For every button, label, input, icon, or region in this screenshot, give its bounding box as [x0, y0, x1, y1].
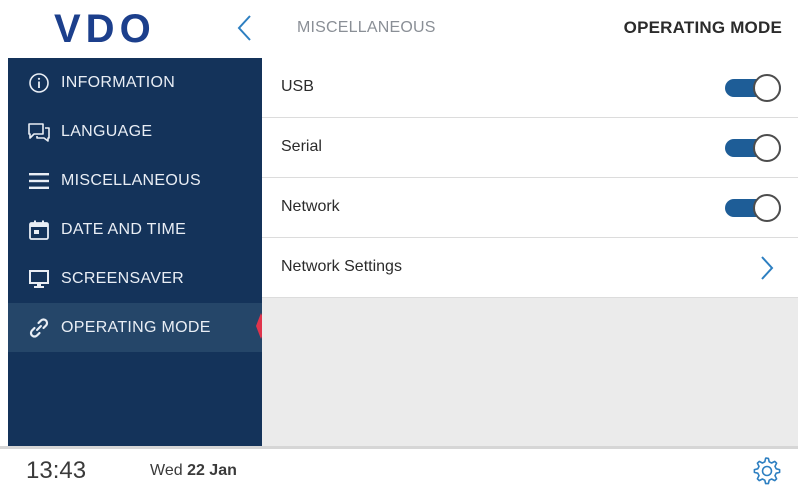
- sidebar-item-label: LANGUAGE: [61, 122, 153, 140]
- setting-row-usb: USB: [262, 58, 798, 118]
- settings-panel: USB Serial Network Network Settings: [262, 58, 798, 446]
- back-button[interactable]: [232, 10, 258, 46]
- monitor-icon: [26, 266, 52, 292]
- toggle-knob: [753, 194, 781, 222]
- setting-row-network-settings[interactable]: Network Settings: [262, 238, 798, 298]
- top-bar: VDO MISCELLANEOUS OPERATING MODE: [0, 0, 798, 58]
- info-icon: [26, 70, 52, 96]
- setting-label: Network Settings: [281, 258, 402, 275]
- setting-row-serial: Serial: [262, 118, 798, 178]
- gear-icon[interactable]: [750, 455, 782, 486]
- clock-time: 13:43: [26, 457, 87, 484]
- clock-date: Wed 22 Jan: [150, 462, 237, 480]
- link-icon: [26, 315, 52, 341]
- clock-day-month: 22 Jan: [187, 462, 237, 479]
- vdo-logo: VDO: [54, 8, 156, 48]
- setting-label: Serial: [281, 138, 322, 155]
- sidebar-item-label: OPERATING MODE: [61, 318, 211, 336]
- sidebar-item-label: SCREENSAVER: [61, 269, 185, 287]
- setting-row-network: Network: [262, 178, 798, 238]
- sidebar-item-screensaver[interactable]: SCREENSAVER: [8, 254, 262, 303]
- clock-day: Wed: [150, 462, 183, 479]
- setting-label: USB: [281, 78, 314, 95]
- status-bar: 13:43 Wed 22 Jan: [0, 446, 798, 486]
- sidebar-item-label: MISCELLANEOUS: [61, 171, 201, 189]
- network-toggle[interactable]: [725, 194, 783, 222]
- chat-icon: [26, 119, 52, 145]
- sidebar-item-operating-mode[interactable]: OPERATING MODE: [8, 303, 262, 352]
- sidebar-item-date-and-time[interactable]: DATE AND TIME: [8, 205, 262, 254]
- sidebar: INFORMATION LANGUAGE MISCELLANEOUS DATE …: [8, 58, 262, 446]
- calendar-icon: [26, 217, 52, 243]
- usb-toggle[interactable]: [725, 74, 783, 102]
- sidebar-item-miscellaneous[interactable]: MISCELLANEOUS: [8, 156, 262, 205]
- chevron-right-icon: [761, 256, 774, 280]
- page-title: OPERATING MODE: [623, 18, 782, 37]
- sidebar-item-language[interactable]: LANGUAGE: [8, 107, 262, 156]
- breadcrumb: MISCELLANEOUS: [297, 19, 436, 36]
- setting-label: Network: [281, 198, 340, 215]
- menu-icon: [26, 168, 52, 194]
- sidebar-item-label: DATE AND TIME: [61, 220, 187, 238]
- logo-text: VDO: [54, 8, 156, 48]
- toggle-knob: [753, 74, 781, 102]
- toggle-knob: [753, 134, 781, 162]
- serial-toggle[interactable]: [725, 134, 783, 162]
- sidebar-item-information[interactable]: INFORMATION: [8, 58, 262, 107]
- sidebar-item-label: INFORMATION: [61, 73, 176, 91]
